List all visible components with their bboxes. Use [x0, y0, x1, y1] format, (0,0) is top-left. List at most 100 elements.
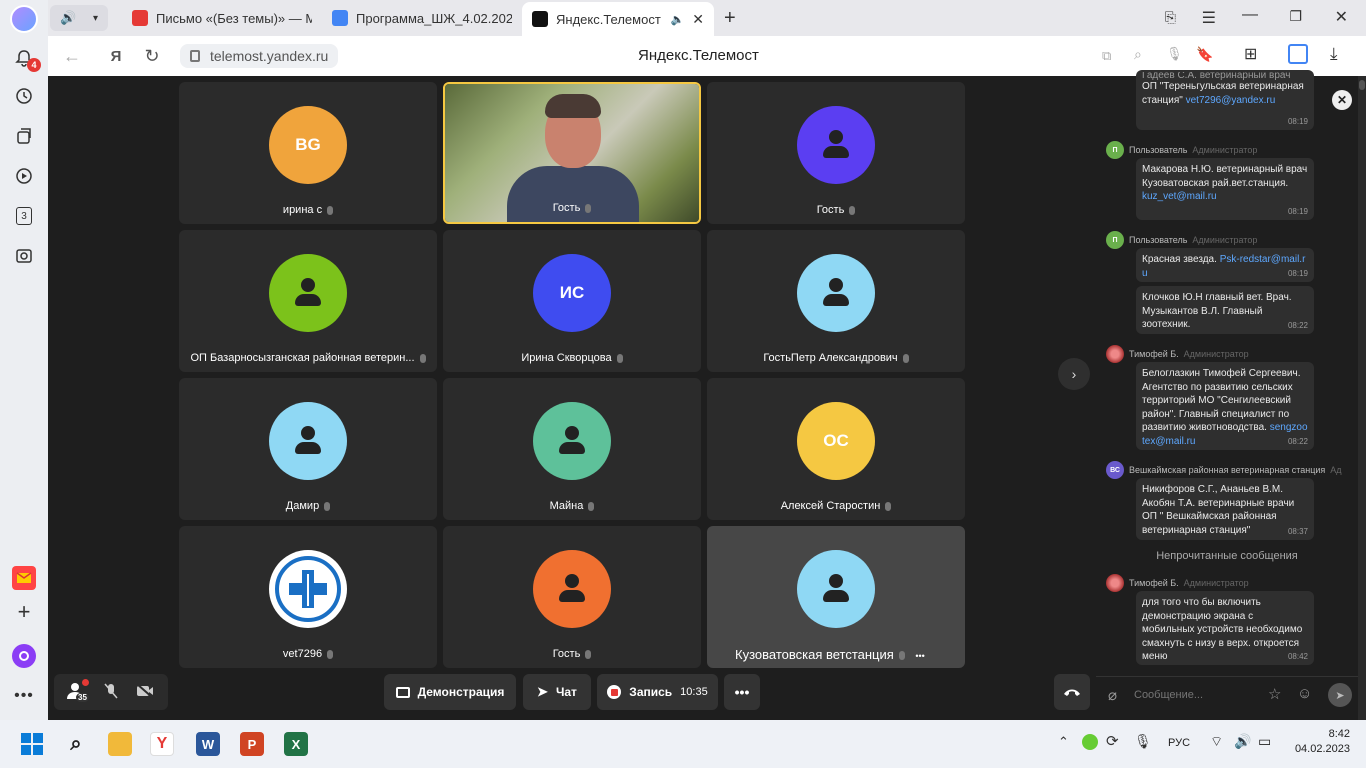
- clock-time: 8:42: [1328, 728, 1350, 740]
- message-input[interactable]: [1134, 684, 1264, 706]
- excel-icon[interactable]: X: [284, 732, 308, 756]
- collections-icon[interactable]: [12, 124, 36, 148]
- screenshot-icon[interactable]: [12, 244, 36, 268]
- participant-name: Гость: [443, 648, 701, 660]
- clock[interactable]: 8:42 04.02.2023: [1290, 728, 1350, 755]
- record-button[interactable]: Запись 10:35: [597, 674, 718, 710]
- reader-icon[interactable]: ⊞: [1244, 44, 1257, 64]
- sender-avatar: ВС: [1106, 461, 1124, 479]
- message-time: 08:19: [1287, 268, 1308, 278]
- history-icon[interactable]: [12, 84, 36, 108]
- tab-audio-icon[interactable]: 🔈: [671, 13, 685, 26]
- emoji-icon[interactable]: ☺: [1297, 685, 1312, 702]
- chat-button[interactable]: ➤ Чат: [523, 674, 591, 710]
- email-link[interactable]: vet7296@yandex.ru: [1186, 95, 1276, 106]
- start-menu-icon[interactable]: [20, 732, 44, 756]
- attach-icon[interactable]: ⌀: [1108, 686, 1117, 704]
- add-icon[interactable]: +: [12, 599, 36, 624]
- mail-app-icon[interactable]: [12, 566, 36, 590]
- yandex-icon[interactable]: Я: [100, 40, 132, 72]
- vet-service-logo-icon: [269, 550, 347, 628]
- sender-name: Вешкаймская районная ветеринарная станци…: [1129, 465, 1326, 475]
- participant-tile[interactable]: Дамир: [179, 378, 437, 520]
- participant-tile[interactable]: Гость: [443, 82, 701, 224]
- sender-role: Администратор: [1192, 235, 1258, 245]
- participant-tile[interactable]: ОС Алексей Старостин: [707, 378, 965, 520]
- copy-icon[interactable]: ⧉: [1102, 48, 1111, 64]
- doc-favicon-icon: [332, 10, 348, 26]
- sync-icon[interactable]: ⟳: [1106, 732, 1119, 750]
- restore-icon[interactable]: ❐: [1289, 8, 1302, 25]
- reload-icon[interactable]: ↻: [136, 40, 168, 72]
- tray-chevron-icon[interactable]: ⌃: [1058, 734, 1069, 750]
- participants-button[interactable]: 35: [64, 679, 90, 703]
- participant-tile[interactable]: ОП Базарносызганская районная ветерин...: [179, 230, 437, 372]
- battery-icon[interactable]: ▭: [1258, 733, 1271, 750]
- participant-tile[interactable]: Кузоватовская ветстанция •••: [707, 526, 965, 668]
- file-explorer-icon[interactable]: [108, 732, 132, 756]
- close-chat-icon[interactable]: ✕: [1332, 90, 1352, 110]
- url-field[interactable]: telemost.yandex.ru: [180, 44, 339, 68]
- download-icon[interactable]: ⤓: [1330, 44, 1338, 64]
- expand-chevron-icon[interactable]: ›: [1058, 358, 1090, 390]
- voice-icon[interactable]: 🎙: [1166, 46, 1183, 62]
- microphone-icon[interactable]: 🎙: [1134, 733, 1152, 750]
- tab-telemost[interactable]: Яндекс.Телемост 🔈 ✕: [522, 2, 714, 36]
- camera-off-icon[interactable]: [132, 682, 158, 702]
- mic-off-icon[interactable]: [98, 682, 124, 703]
- hang-up-icon[interactable]: [1054, 674, 1090, 710]
- close-tab-icon[interactable]: ✕: [692, 11, 704, 28]
- send-button-icon[interactable]: ➤: [1328, 683, 1352, 707]
- bookmarks-icon[interactable]: ⎘: [1165, 9, 1176, 26]
- message-sender: П Пользователь Администратор: [1106, 231, 1257, 249]
- chat-message: Белоглазкин Тимофей Сергеевич. Агентство…: [1136, 362, 1314, 450]
- yandex-browser-icon[interactable]: Y: [150, 732, 174, 756]
- tile-more-icon[interactable]: •••: [913, 651, 924, 661]
- message-time: 08:19: [1287, 206, 1308, 216]
- more-dots-icon[interactable]: •••: [12, 684, 36, 708]
- speaker-icon: 🔊: [60, 10, 77, 25]
- back-icon[interactable]: ←: [56, 40, 88, 72]
- menu-icon[interactable]: ☰: [1202, 8, 1216, 28]
- chat-scrollbar[interactable]: [1358, 76, 1366, 720]
- participant-tile[interactable]: ГостьПетр Александрович: [707, 230, 965, 372]
- minimize-icon[interactable]: —: [1242, 6, 1258, 24]
- search-icon[interactable]: ⌕: [64, 732, 88, 756]
- video-play-icon[interactable]: [12, 164, 36, 188]
- participant-name: Майна: [443, 500, 701, 512]
- powerpoint-icon[interactable]: P: [240, 732, 264, 756]
- language-indicator[interactable]: РУС: [1168, 737, 1190, 749]
- participant-tile[interactable]: BG ирина с: [179, 82, 437, 224]
- star-icon[interactable]: ☆: [1268, 685, 1281, 703]
- participant-tile[interactable]: vet7296: [179, 526, 437, 668]
- tab-audio-control[interactable]: 🔊 ▾: [50, 5, 108, 31]
- email-link[interactable]: kuz_vet@mail.ru: [1142, 191, 1217, 202]
- tab-mail[interactable]: Письмо «(Без темы)» — M: [122, 3, 322, 33]
- demo-button[interactable]: Демонстрация: [384, 674, 516, 710]
- participant-name-text: Гость: [552, 648, 581, 660]
- participant-tile[interactable]: Гость: [707, 82, 965, 224]
- participant-tile[interactable]: ИС Ирина Скворцова: [443, 230, 701, 372]
- volume-icon[interactable]: 🔊: [1234, 733, 1251, 750]
- word-icon[interactable]: W: [196, 732, 220, 756]
- close-window-icon[interactable]: ✕: [1335, 7, 1348, 27]
- new-tab-button[interactable]: +: [714, 3, 754, 33]
- tabs-count-icon[interactable]: 3: [12, 204, 36, 228]
- participant-name-text: ОП Базарносызганская районная ветерин...: [190, 352, 415, 364]
- tab-bar: 🔊 ▾ Письмо «(Без темы)» — M Программа_ШЖ_…: [48, 0, 1366, 36]
- bookmark-icon[interactable]: 🔖: [1196, 46, 1213, 63]
- profile-avatar[interactable]: [10, 5, 38, 33]
- search-icon[interactable]: ⌕: [1134, 46, 1142, 63]
- tab-program[interactable]: Программа_ШЖ_4.02.2023: [322, 3, 522, 33]
- more-options-icon[interactable]: •••: [724, 674, 760, 710]
- participant-avatar: ИС: [533, 254, 611, 332]
- extension-icon[interactable]: [1288, 44, 1308, 64]
- wifi-icon[interactable]: ⌔: [1210, 733, 1223, 751]
- tray-app-icon[interactable]: [1082, 734, 1098, 750]
- participant-name-text: Алексей Старостин: [780, 500, 881, 512]
- mic-muted-icon: [419, 353, 426, 363]
- meeting-area: BG ирина с Гость Гость ОП Базарносызганская …: [48, 76, 1096, 720]
- alice-assistant-icon[interactable]: [12, 644, 36, 668]
- participant-tile[interactable]: Гость: [443, 526, 701, 668]
- participant-tile[interactable]: Майна: [443, 378, 701, 520]
